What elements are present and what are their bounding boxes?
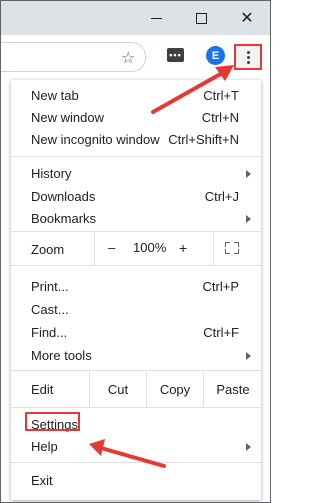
menu-item-bookmarks[interactable]: Bookmarks: [11, 207, 261, 229]
chrome-menu-button[interactable]: [234, 44, 262, 70]
menu-item-label: Help: [31, 439, 58, 454]
menu-item-help[interactable]: Help: [11, 435, 261, 457]
close-icon: ✕: [240, 10, 254, 27]
menu-item-cast[interactable]: Cast...: [11, 298, 261, 320]
extension-icon[interactable]: •••: [167, 48, 184, 62]
profile-avatar[interactable]: E: [206, 46, 225, 65]
title-bar: ✕: [1, 1, 270, 35]
menu-item-label: Downloads: [31, 189, 96, 204]
menu-item-label: Settings: [31, 417, 78, 432]
menu-item-downloads[interactable]: Downloads Ctrl+J: [11, 185, 261, 207]
maximize-button[interactable]: [179, 1, 223, 35]
menu-item-label: History: [31, 166, 72, 181]
menu-item-label: More tools: [31, 348, 92, 363]
bookmark-star-icon[interactable]: ☆: [121, 48, 135, 68]
menu-shortcut: Ctrl+N: [201, 110, 239, 125]
browser-toolbar: ☆ ••• E: [1, 35, 270, 77]
copy-button[interactable]: Copy: [146, 371, 203, 407]
zoom-level: 100%: [133, 240, 167, 255]
menu-item-label: New window: [31, 110, 104, 125]
submenu-arrow-icon: [246, 352, 251, 360]
address-bar[interactable]: ☆: [1, 42, 146, 72]
zoom-label: Zoom: [31, 242, 65, 257]
submenu-arrow-icon: [246, 443, 251, 451]
chrome-main-menu: New tab Ctrl+T New window Ctrl+N New inc…: [11, 80, 261, 500]
menu-item-more-tools[interactable]: More tools: [11, 344, 261, 366]
menu-item-new-incognito-window[interactable]: New incognito window Ctrl+Shift+N: [11, 128, 261, 150]
menu-shortcut: Ctrl+F: [203, 325, 239, 340]
menu-divider: [11, 156, 261, 157]
zoom-out-button[interactable]: –: [108, 240, 115, 255]
minimize-icon: [150, 17, 162, 19]
menu-item-settings[interactable]: Settings: [11, 413, 261, 435]
menu-item-label: Bookmarks: [31, 211, 97, 226]
close-window-button[interactable]: ✕: [225, 1, 269, 35]
menu-item-new-window[interactable]: New window Ctrl+N: [11, 106, 261, 128]
menu-item-label: New tab: [31, 88, 79, 103]
menu-item-label: New incognito window: [31, 132, 160, 147]
menu-item-new-tab[interactable]: New tab Ctrl+T: [11, 84, 261, 106]
vertical-dots-icon: [246, 50, 250, 54]
maximize-icon: [195, 12, 207, 24]
menu-item-label: Print...: [31, 279, 69, 294]
menu-shortcut: Ctrl+P: [202, 279, 239, 294]
cut-button[interactable]: Cut: [89, 371, 146, 407]
menu-item-exit[interactable]: Exit: [11, 469, 261, 491]
menu-divider: [11, 462, 261, 463]
minimize-button[interactable]: [134, 1, 178, 35]
edit-label: Edit: [31, 382, 54, 397]
menu-shortcut: Ctrl+T: [203, 88, 239, 103]
menu-item-label: Cast...: [31, 302, 69, 317]
menu-item-history[interactable]: History: [11, 162, 261, 184]
paste-button[interactable]: Paste: [203, 371, 262, 407]
menu-item-label: Find...: [31, 325, 68, 340]
menu-shortcut: Ctrl+Shift+N: [168, 132, 239, 147]
menu-item-label: Exit: [31, 473, 53, 488]
menu-divider: [11, 265, 261, 266]
fullscreen-icon[interactable]: [225, 242, 239, 254]
zoom-in-button[interactable]: +: [179, 240, 187, 256]
menu-item-find[interactable]: Find... Ctrl+F: [11, 321, 261, 343]
menu-divider: [11, 407, 261, 408]
menu-item-print[interactable]: Print... Ctrl+P: [11, 275, 261, 297]
submenu-arrow-icon: [246, 170, 251, 178]
menu-zoom-row: Zoom – 100% +: [11, 231, 261, 265]
menu-shortcut: Ctrl+J: [204, 189, 239, 204]
submenu-arrow-icon: [246, 215, 251, 223]
menu-edit-row: Edit Cut Copy Paste: [11, 371, 261, 407]
browser-window: ✕ ☆ ••• E New tab Ctrl+T New window Ctrl…: [0, 0, 271, 503]
